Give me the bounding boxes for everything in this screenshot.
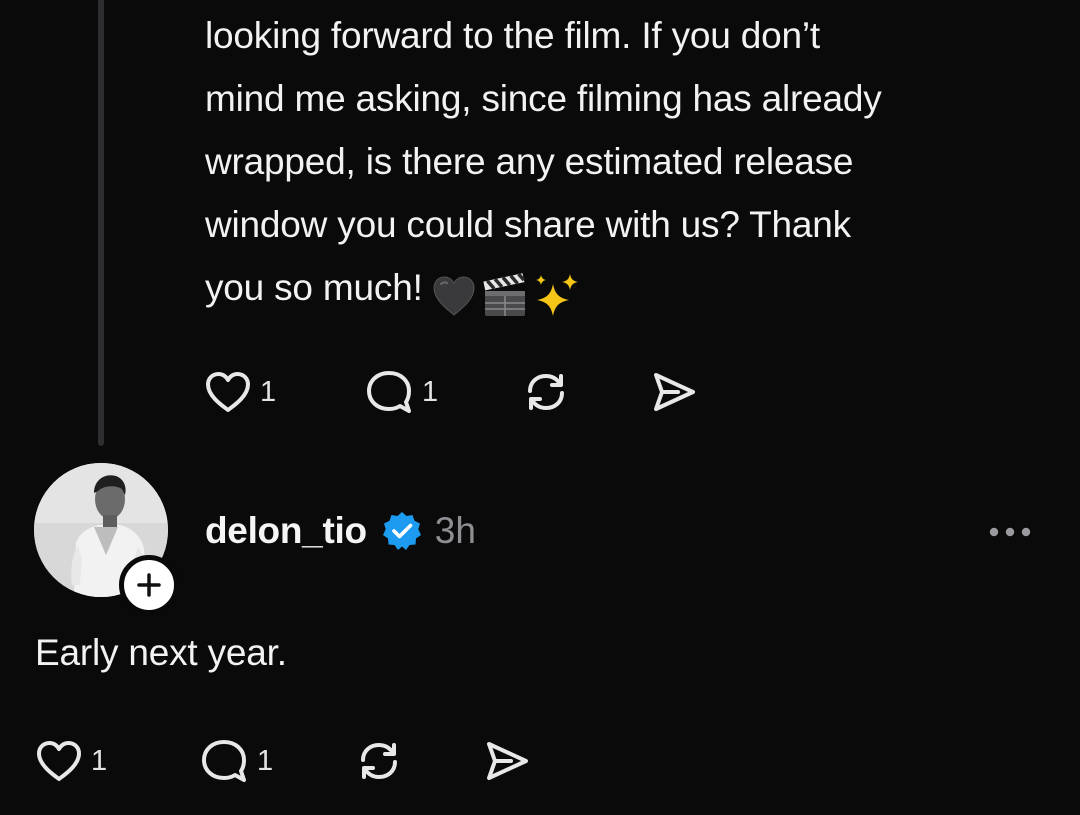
reply-share-button[interactable] (483, 739, 531, 783)
parent-repost-button[interactable] (522, 369, 650, 415)
reply-repost-button[interactable] (355, 738, 483, 784)
reply-like-count: 1 (91, 744, 108, 777)
paper-plane-icon (487, 742, 528, 780)
thread-connector-line (98, 0, 104, 446)
paper-plane-icon (654, 373, 695, 411)
ellipsis-icon (989, 527, 1031, 537)
reply-post-actions: 1 1 (35, 736, 531, 786)
parent-post-actions: 1 1 (204, 367, 698, 417)
parent-like-button[interactable]: 1 (204, 370, 364, 414)
post-timestamp: 3h (434, 510, 476, 551)
reply-post-header: delon_tio 3h (205, 506, 476, 556)
parent-reply-button[interactable]: 1 (364, 369, 522, 415)
parent-post-emojis (431, 262, 581, 317)
parent-share-button[interactable] (650, 370, 698, 414)
repost-arrows-icon (361, 742, 397, 780)
more-options-button[interactable] (982, 512, 1038, 552)
username[interactable]: delon_tio (205, 510, 367, 552)
reply-author-avatar-container (34, 463, 179, 615)
parent-reply-count: 1 (422, 375, 439, 408)
reply-reply-button[interactable]: 1 (199, 738, 355, 784)
speech-bubble-icon (202, 740, 246, 782)
heart-outline-icon (206, 372, 250, 412)
sparkles-icon (535, 274, 578, 317)
repost-arrows-icon (528, 373, 564, 411)
reply-post-text: Early next year. (35, 632, 287, 673)
plus-icon (137, 573, 161, 597)
follow-button[interactable] (119, 555, 179, 615)
heart-outline-icon (37, 741, 81, 781)
clapper-board-icon (483, 273, 525, 317)
verified-badge-icon (381, 510, 423, 552)
black-heart-icon (433, 276, 475, 316)
parent-like-count: 1 (260, 375, 277, 408)
parent-post-body: looking forward to the film. If you don’… (205, 4, 1065, 319)
speech-bubble-icon (367, 371, 411, 413)
reply-reply-count: 1 (257, 744, 274, 777)
reply-like-button[interactable]: 1 (35, 739, 199, 783)
